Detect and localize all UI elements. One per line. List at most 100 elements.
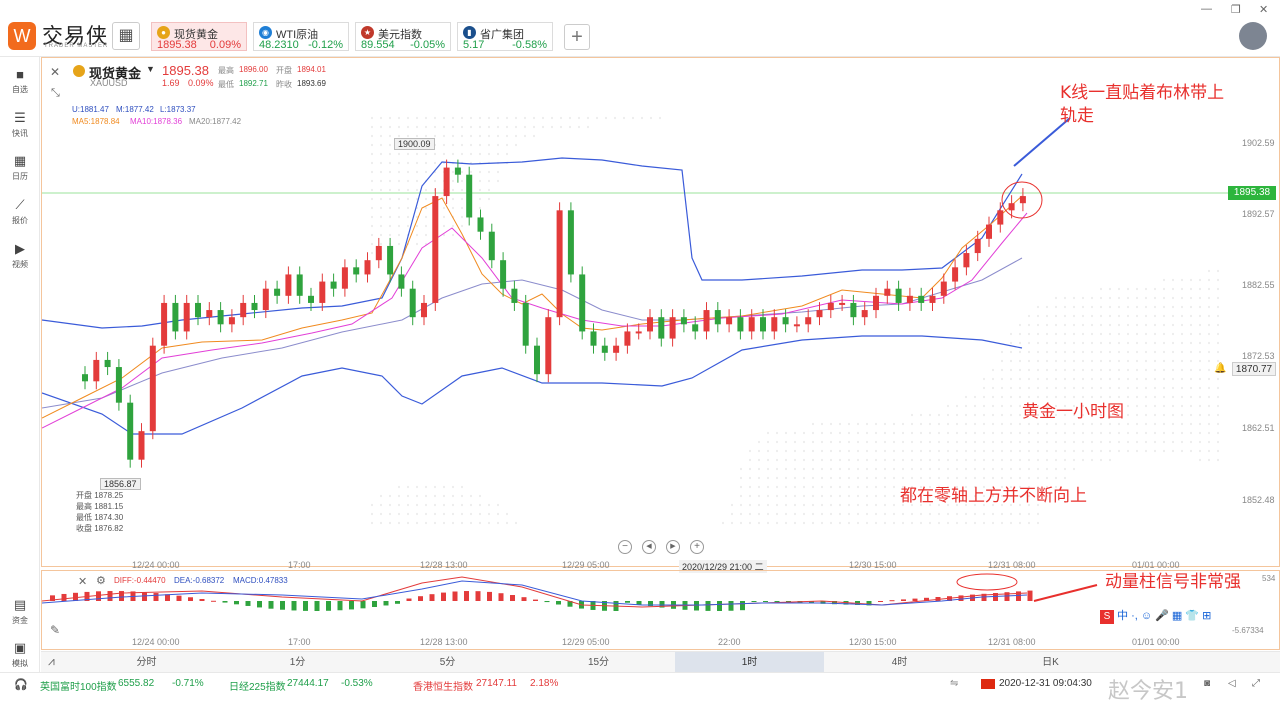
volume-icon[interactable]: ◁: [1228, 678, 1236, 689]
minimize-icon[interactable]: —: [1201, 3, 1212, 15]
restore-icon[interactable]: ❐: [1231, 3, 1241, 16]
macd-bar: [234, 601, 239, 605]
background-dot: [1162, 395, 1166, 399]
background-dot: [1153, 287, 1157, 291]
background-dot: [388, 494, 392, 498]
background-dot: [1198, 305, 1202, 309]
background-dot: [856, 440, 860, 444]
background-dot: [1171, 404, 1175, 408]
translate-icon[interactable]: ⇋: [950, 678, 958, 689]
candlestick-chart-pane[interactable]: ✕ ⤡ 现货黄金 ▼ XAUUSD 1895.38 1.69 0.09% 最高 …: [41, 57, 1280, 573]
background-dot: [766, 431, 770, 435]
zoom-in-button[interactable]: +: [690, 540, 704, 554]
chevron-down-icon[interactable]: ▼: [146, 64, 155, 74]
sidebar-item-quotes[interactable]: ⟋ 报价: [0, 197, 40, 226]
background-dot: [982, 386, 986, 390]
headset-icon[interactable]: 🎧: [14, 678, 28, 691]
background-dot: [424, 134, 428, 138]
pen-icon[interactable]: ✎: [50, 623, 60, 637]
background-dot: [1081, 368, 1085, 372]
background-dot: [1081, 431, 1085, 435]
background-dot: [433, 521, 437, 525]
avatar[interactable]: [1239, 22, 1267, 50]
sidebar-item-calendar[interactable]: ▦ 日历: [0, 153, 40, 182]
time-axis-label: 12/24 00:00: [132, 560, 180, 570]
candle-body: [251, 302, 258, 311]
sidebar-item-watchlist[interactable]: ■ 自选: [0, 67, 40, 95]
background-dot: [919, 422, 923, 426]
background-dot: [721, 521, 725, 525]
input-toolbar[interactable]: S 中 ·, ☺ 🎤 ▦ 👕 ⊞: [1100, 607, 1240, 625]
sidebar-item-funds[interactable]: ▤ 资金: [0, 597, 40, 626]
background-dot: [901, 458, 905, 462]
collapse-icon[interactable]: ⤡: [51, 87, 60, 100]
background-dot: [496, 125, 500, 129]
macd-bar: [176, 595, 182, 601]
period-tab-intraday[interactable]: 分时: [72, 652, 221, 673]
close-macd-icon[interactable]: ✕: [78, 575, 87, 588]
macd-chart[interactable]: [42, 571, 1279, 649]
macd-bar: [441, 592, 446, 601]
macd-bar: [498, 593, 504, 601]
quote-tab-usd-index[interactable]: ★ 美元指数 89.554 -0.05%: [355, 22, 451, 51]
scroll-right-button[interactable]: ▶: [666, 540, 680, 554]
macd-bar: [326, 601, 331, 611]
add-tab-button[interactable]: +: [564, 24, 590, 50]
background-dot: [1180, 332, 1184, 336]
background-dot: [865, 467, 869, 471]
period-tab-15m[interactable]: 15分: [524, 652, 673, 673]
macd-bar: [452, 591, 458, 601]
quote-tab-oil[interactable]: ◉ WTI原油 48.2310 -0.12%: [253, 22, 349, 51]
price-axis-label: 1882.55: [1242, 280, 1275, 290]
background-dot: [1027, 323, 1031, 327]
indicator-icon[interactable]: ⩘: [48, 654, 55, 669]
scroll-left-button[interactable]: ◀: [642, 540, 656, 554]
period-tab-4h[interactable]: 4时: [825, 652, 974, 673]
candlestick-chart[interactable]: [42, 58, 1279, 566]
close-chart-icon[interactable]: ✕: [50, 65, 60, 79]
period-tab-1m[interactable]: 1分: [223, 652, 372, 673]
sidebar-item-simulate[interactable]: ▣ 模拟: [0, 640, 40, 669]
background-dot: [415, 152, 419, 156]
candle-body: [884, 288, 891, 296]
camera-icon[interactable]: ◙: [1204, 678, 1210, 689]
background-dot: [829, 476, 833, 480]
annotation-momentum: 动量柱信号非常强: [1105, 572, 1241, 592]
background-dot: [991, 395, 995, 399]
background-dot: [451, 521, 455, 525]
background-dot: [775, 449, 779, 453]
background-dot: [1180, 287, 1184, 291]
background-dot: [865, 476, 869, 480]
expand-icon[interactable]: ⤢: [1252, 678, 1260, 689]
background-dot: [1027, 395, 1031, 399]
background-dot: [541, 125, 545, 129]
period-tab-5m[interactable]: 5分: [373, 652, 522, 673]
background-dot: [757, 449, 761, 453]
background-dot: [1144, 296, 1148, 300]
background-dot: [1054, 323, 1058, 327]
background-dot: [1135, 368, 1139, 372]
grid-menu-button[interactable]: ▦: [112, 22, 140, 50]
background-dot: [793, 485, 797, 489]
close-icon[interactable]: ✕: [1259, 3, 1268, 16]
period-tab-daily[interactable]: 日K: [976, 652, 1125, 673]
sidebar-item-video[interactable]: ▶ 视频: [0, 241, 40, 270]
gear-icon[interactable]: ⚙: [96, 574, 106, 587]
background-dot: [370, 503, 374, 507]
background-dot: [1063, 449, 1067, 453]
background-dot: [982, 377, 986, 381]
bell-icon[interactable]: 🔔: [1214, 363, 1226, 374]
sidebar-item-news[interactable]: ☰ 快讯: [0, 110, 40, 139]
background-dot: [1171, 323, 1175, 327]
background-dot: [1198, 386, 1202, 390]
quote-tab-gold[interactable]: ● 现货黄金 1895.38 0.09%: [151, 22, 247, 51]
background-dot: [1126, 305, 1130, 309]
macd-pane[interactable]: ✕ ⚙ DIFF:-0.44470 DEA:-0.68372 MACD:0.47…: [41, 570, 1280, 650]
background-dot: [388, 179, 392, 183]
period-tab-1h[interactable]: 1时: [675, 652, 824, 673]
background-dot: [442, 503, 446, 507]
quote-tab-stock[interactable]: ▮ 省广集团 5.17 -0.58%: [457, 22, 553, 51]
zoom-out-button[interactable]: −: [618, 540, 632, 554]
background-dot: [1153, 413, 1157, 417]
background-dot: [1171, 296, 1175, 300]
